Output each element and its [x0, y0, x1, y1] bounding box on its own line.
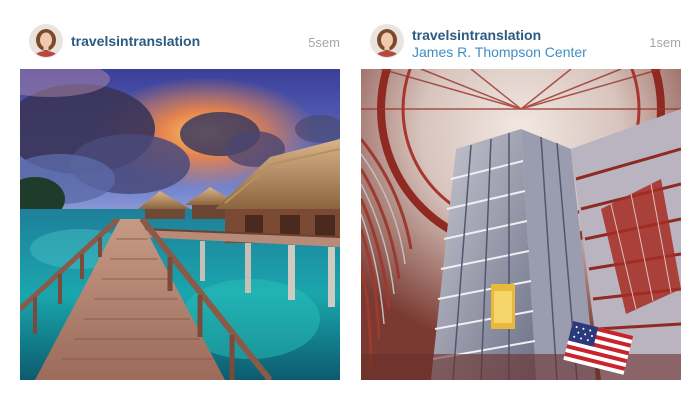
- post-timestamp: 1sem: [649, 35, 681, 50]
- post-header: travelsintranslation 5sem: [20, 24, 340, 60]
- avatar[interactable]: [30, 25, 62, 57]
- location-link[interactable]: James R. Thompson Center: [412, 44, 587, 60]
- post-photo-bungalows[interactable]: [20, 69, 340, 380]
- avatar[interactable]: [371, 25, 403, 57]
- post-header: travelsintranslation James R. Thompson C…: [361, 24, 681, 60]
- feed-post: travelsintranslation 5sem: [20, 0, 340, 400]
- feed-post: travelsintranslation James R. Thompson C…: [361, 0, 681, 400]
- post-timestamp: 5sem: [308, 35, 340, 50]
- post-photo-atrium[interactable]: [361, 69, 681, 380]
- username-link[interactable]: travelsintranslation: [71, 33, 200, 49]
- username-link[interactable]: travelsintranslation: [412, 27, 541, 43]
